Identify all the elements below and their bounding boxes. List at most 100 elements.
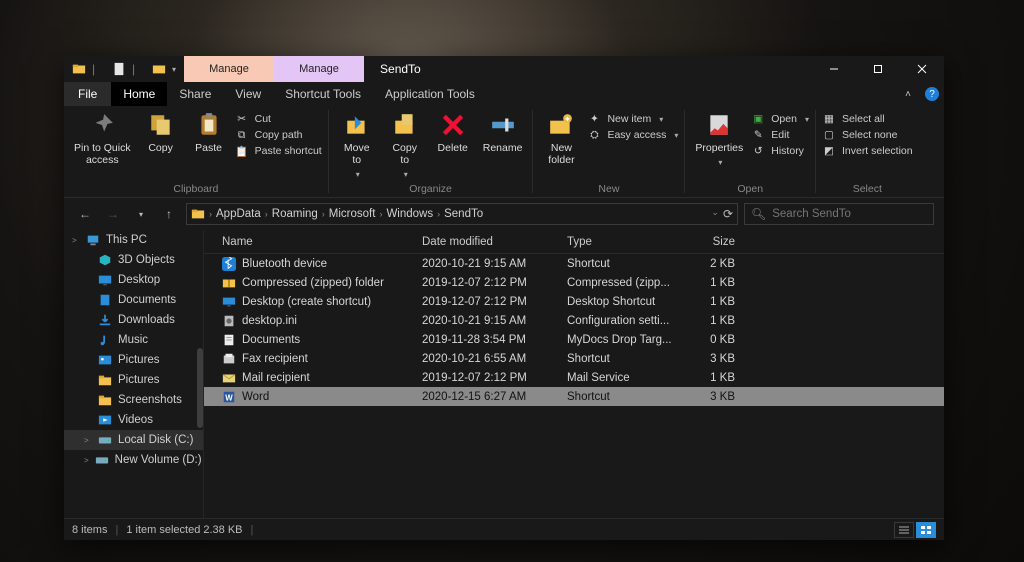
column-name[interactable]: Name — [204, 236, 422, 248]
nav-item[interactable]: Downloads — [64, 310, 203, 330]
context-tab-application[interactable]: Manage — [274, 56, 364, 82]
pin-icon — [89, 112, 115, 138]
column-date[interactable]: Date modified — [422, 236, 567, 248]
recent-dropdown[interactable]: ▾ — [130, 203, 152, 225]
nav-item[interactable]: Documents — [64, 290, 203, 310]
search-box[interactable]: 🔍︎ — [744, 203, 934, 225]
file-row[interactable]: Compressed (zipped) folder2019-12-07 2:1… — [204, 273, 944, 292]
rename-button[interactable]: Rename — [479, 110, 527, 156]
documents-icon — [98, 293, 112, 307]
crumb-sendto[interactable]: SendTo — [444, 208, 483, 220]
forward-button[interactable]: → — [102, 203, 124, 225]
file-row[interactable]: Bluetooth device2020-10-21 9:15 AMShortc… — [204, 254, 944, 273]
new-folder-button[interactable]: ✦ New folder — [539, 110, 583, 168]
up-button[interactable]: ↑ — [158, 203, 180, 225]
breadcrumb-bar[interactable]: › AppData› Roaming› Microsoft› Windows› … — [186, 203, 738, 225]
file-date: 2020-10-21 9:15 AM — [422, 258, 567, 270]
group-label-select: Select — [822, 181, 913, 195]
nav-item-label: New Volume (D:) — [115, 454, 202, 466]
crumb-appdata[interactable]: AppData› — [216, 208, 268, 220]
context-tab-shortcut[interactable]: Manage — [184, 56, 274, 82]
paste-button[interactable]: Paste — [187, 110, 231, 156]
pin-to-quick-access-button[interactable]: Pin to Quick access — [70, 110, 135, 168]
explorer-window: | | ▾ Manage Manage SendTo File Home Sha… — [64, 56, 944, 540]
open-button[interactable]: ▣Open — [751, 112, 809, 126]
cut-button[interactable]: ✂Cut — [235, 112, 322, 126]
history-icon: ↺ — [751, 144, 765, 158]
edit-icon: ✎ — [751, 128, 765, 142]
nav-item[interactable]: >New Volume (D:) — [64, 450, 203, 470]
help-button[interactable]: ? — [920, 82, 944, 106]
crumb-sep[interactable]: › — [209, 209, 212, 219]
file-row[interactable]: Mail recipient2019-12-07 2:12 PMMail Ser… — [204, 368, 944, 387]
minimize-button[interactable] — [812, 56, 856, 82]
status-item-count: 8 items — [72, 524, 107, 536]
new-item-button[interactable]: ✦New item — [587, 112, 678, 126]
easy-access-button[interactable]: ⛭Easy access — [587, 128, 678, 142]
file-type: Mail Service — [567, 372, 677, 384]
back-button[interactable]: ← — [74, 203, 96, 225]
file-type: Desktop Shortcut — [567, 296, 677, 308]
quick-access-toolbar: | | ▾ — [64, 56, 184, 82]
group-label-new: New — [539, 181, 678, 195]
copy-to-button[interactable]: Copy to — [383, 110, 427, 181]
tab-home[interactable]: Home — [111, 82, 167, 106]
tab-share[interactable]: Share — [167, 82, 223, 106]
nav-item[interactable]: Pictures — [64, 350, 203, 370]
column-type[interactable]: Type — [567, 236, 677, 248]
edit-button[interactable]: ✎Edit — [751, 128, 809, 142]
maximize-button[interactable] — [856, 56, 900, 82]
tab-view[interactable]: View — [223, 82, 273, 106]
nav-item[interactable]: Videos — [64, 410, 203, 430]
nav-item[interactable]: >This PC — [64, 230, 203, 250]
select-all-button[interactable]: ▦Select all — [822, 112, 913, 126]
file-row[interactable]: Fax recipient2020-10-21 6:55 AMShortcut3… — [204, 349, 944, 368]
tab-shortcut-tools[interactable]: Shortcut Tools — [273, 82, 373, 106]
nav-item[interactable]: 3D Objects — [64, 250, 203, 270]
crumb-windows[interactable]: Windows› — [386, 208, 440, 220]
collapse-ribbon-button[interactable]: ˄ — [896, 82, 920, 106]
file-row[interactable]: Desktop (create shortcut)2019-12-07 2:12… — [204, 292, 944, 311]
ribbon-group-select: ▦Select all ▢Select none ◩Invert selecti… — [816, 106, 919, 197]
properties-button[interactable]: Properties — [691, 110, 747, 169]
refresh-button[interactable]: ⟳ — [723, 207, 733, 221]
file-list[interactable]: Bluetooth device2020-10-21 9:15 AMShortc… — [204, 254, 944, 518]
view-details-button[interactable] — [894, 522, 914, 538]
qat-dropdown-icon[interactable]: ▾ — [172, 65, 176, 74]
crumb-microsoft[interactable]: Microsoft› — [329, 208, 383, 220]
copy-button[interactable]: Copy — [139, 110, 183, 156]
select-all-icon: ▦ — [822, 112, 836, 126]
file-size: 3 KB — [677, 391, 749, 403]
file-row[interactable]: desktop.ini2020-10-21 9:15 AMConfigurati… — [204, 311, 944, 330]
file-date: 2020-10-21 9:15 AM — [422, 315, 567, 327]
delete-button[interactable]: Delete — [431, 110, 475, 156]
file-row[interactable]: WWord2020-12-15 6:27 AMShortcut3 KB — [204, 387, 944, 406]
file-tab[interactable]: File — [64, 82, 111, 106]
navigation-pane[interactable]: >This PC3D ObjectsDesktopDocumentsDownlo… — [64, 230, 204, 518]
close-button[interactable] — [900, 56, 944, 82]
column-size[interactable]: Size — [677, 236, 749, 248]
new-folder-icon: ✦ — [548, 112, 574, 138]
word-icon: W — [222, 390, 236, 404]
nav-item[interactable]: Music — [64, 330, 203, 350]
move-to-button[interactable]: Move to — [335, 110, 379, 181]
breadcrumb-dropdown[interactable]: ⌄ — [711, 207, 719, 221]
nav-item[interactable]: Screenshots — [64, 390, 203, 410]
file-row[interactable]: Documents2019-11-28 3:54 PMMyDocs Drop T… — [204, 330, 944, 349]
search-icon: 🔍︎ — [751, 207, 766, 221]
copy-path-icon: ⧉ — [235, 128, 249, 142]
nav-item[interactable]: >Local Disk (C:) — [64, 430, 203, 450]
column-headers[interactable]: Name Date modified Type Size — [204, 230, 944, 254]
copy-path-button[interactable]: ⧉Copy path — [235, 128, 322, 142]
crumb-roaming[interactable]: Roaming› — [272, 208, 325, 220]
history-button[interactable]: ↺History — [751, 144, 809, 158]
file-name: desktop.ini — [242, 315, 297, 327]
nav-item[interactable]: Desktop — [64, 270, 203, 290]
paste-shortcut-button[interactable]: 📋Paste shortcut — [235, 144, 322, 158]
select-none-button[interactable]: ▢Select none — [822, 128, 913, 142]
search-input[interactable] — [772, 208, 927, 220]
tab-application-tools[interactable]: Application Tools — [373, 82, 487, 106]
invert-selection-button[interactable]: ◩Invert selection — [822, 144, 913, 158]
nav-item[interactable]: Pictures — [64, 370, 203, 390]
view-large-button[interactable] — [916, 522, 936, 538]
